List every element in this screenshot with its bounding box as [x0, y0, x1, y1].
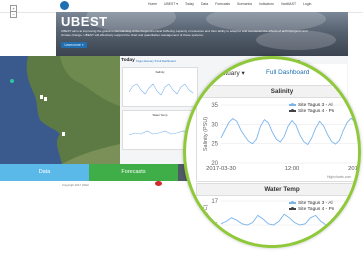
y-tick-label: 35	[211, 103, 218, 109]
nav-item-forecasts[interactable]: Forecasts	[215, 2, 230, 6]
map-marker-icon[interactable]	[44, 97, 47, 101]
hero-description: UBEST aims at improving the global under…	[61, 29, 308, 37]
series-line	[220, 117, 358, 146]
nav-item-scenarios[interactable]: Scenarios	[237, 2, 252, 6]
legend-entry[interactable]: Site Tagus 4 - Ps	[289, 206, 334, 212]
map-marker-icon[interactable]	[62, 132, 65, 136]
copyright-text: Copyright 2017 LNEC	[62, 183, 90, 187]
salinity-chart: 20253035Salinity (PSU)2017-03-30 12:00 201…	[203, 103, 361, 172]
y-tick-label: 25	[211, 142, 218, 148]
map-marker-icon[interactable]	[40, 95, 43, 99]
series-line	[220, 213, 358, 226]
nav-item-indicators[interactable]: Indicators	[259, 2, 274, 6]
nav-item-home[interactable]: Home	[148, 2, 157, 6]
hero-title: UBEST	[61, 14, 108, 29]
legend-label: Site Tagus 3 - Al	[298, 102, 333, 108]
data-tab[interactable]: Data	[0, 164, 89, 181]
hero-banner: UBEST UBEST aims at improving the global…	[56, 12, 348, 56]
y-tick-label: 30	[211, 122, 218, 128]
nav-menu: Home UBEST ▾ Today Data Forecasts Scenar…	[148, 2, 311, 6]
map-terrain	[0, 56, 120, 164]
map-location-icon[interactable]	[10, 79, 14, 83]
chart-credit: Highcharts.com	[327, 175, 352, 179]
watertemp-legend: Site Tagus 3 - Al Site Tagus 4 - Ps	[289, 200, 334, 212]
learn-more-button[interactable]: Learn more »	[61, 42, 87, 48]
today-heading: Today	[121, 58, 135, 63]
y-tick-label: 15	[211, 223, 218, 229]
nav-item-data[interactable]: Data	[201, 2, 208, 6]
x-tick-label: 2017-03-31	[348, 166, 361, 172]
legend-swatch	[289, 102, 296, 107]
nav-item-ubest[interactable]: UBEST ▾	[164, 2, 178, 6]
y-axis-label: Salinity (PSU)	[203, 117, 209, 151]
watertemp-chart: 131517Water Temp (°C)	[203, 199, 358, 245]
flag-icon	[155, 181, 162, 186]
legend-swatch	[289, 200, 296, 205]
ubest-logo[interactable]	[60, 1, 69, 10]
nav-item-login[interactable]: Login	[303, 2, 311, 6]
legend-label: Site Tagus 4 - Ps	[298, 206, 335, 212]
estuary-selector[interactable]: Estuary ▾	[218, 69, 245, 77]
watertemp-chart-card: Water Temp 131517Water Temp (°C) Site Ta…	[196, 183, 358, 245]
nav-item-vanmast[interactable]: VanMAST	[281, 2, 296, 6]
today-links[interactable]: Tagus Estuary ▾ Full Dashboard	[136, 59, 176, 63]
y-axis-label: Water Temp (°C)	[203, 204, 209, 245]
y-tick-label: 17	[211, 199, 218, 205]
forecasts-tab[interactable]: Forecasts	[89, 164, 178, 181]
nav-item-today[interactable]: Today	[185, 2, 194, 6]
salinity-legend: Site Tagus 3 - Al Site Tagus 4 - Ps	[289, 102, 334, 114]
zoom-magnifier: Estuary ▾ Full Dashboard Salinity 20 25 30…	[183, 56, 361, 248]
salinity-chart-card: Salinity 20 25 30 35 Salinity (PSU) 2017-03-3…	[196, 85, 361, 182]
map-zoom-out-button[interactable]: −	[10, 11, 17, 18]
legend-swatch	[289, 206, 296, 211]
legend-label: Site Tagus 3 - Al	[298, 200, 333, 206]
estuary-map[interactable]	[0, 56, 120, 164]
x-tick-label: 2017-03-30	[206, 166, 236, 172]
legend-label: Site Tagus 4 - Ps	[298, 108, 335, 114]
legend-swatch	[289, 108, 296, 113]
x-tick-label: 12:00	[285, 166, 300, 172]
full-dashboard-link[interactable]: Full Dashboard	[266, 69, 309, 76]
legend-entry[interactable]: Site Tagus 4 - Ps	[289, 108, 334, 114]
